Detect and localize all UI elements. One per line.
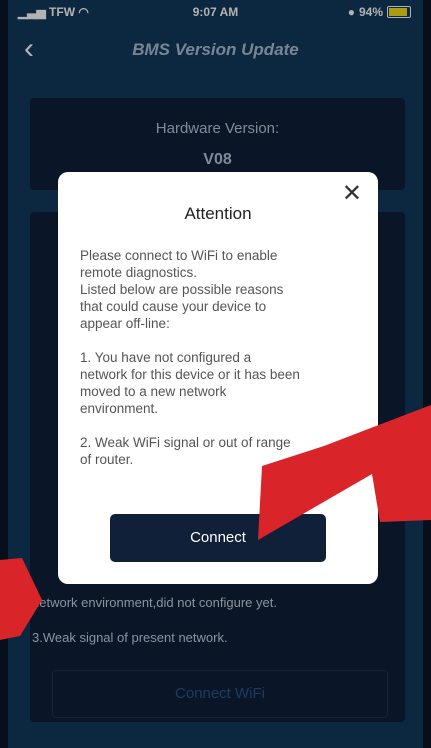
annotation-arrows xyxy=(0,405,431,640)
left-arrow-icon xyxy=(0,558,42,640)
right-arrow-icon xyxy=(258,405,431,540)
